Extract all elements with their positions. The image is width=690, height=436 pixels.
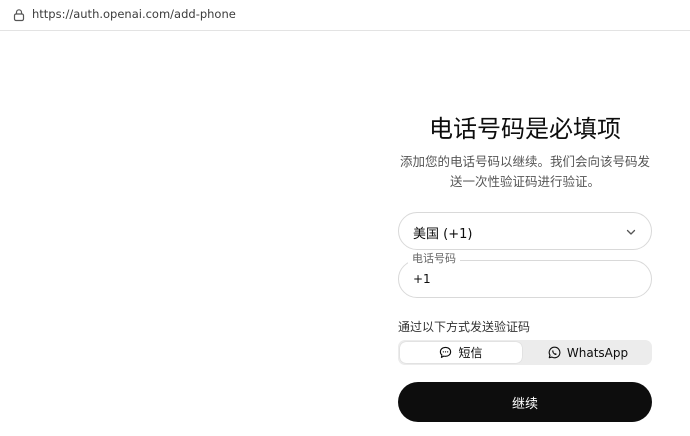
phone-number-value[interactable]: +1 — [413, 272, 431, 286]
address-bar-url[interactable]: https://auth.openai.com/add-phone — [32, 7, 236, 21]
sms-option-label: 短信 — [458, 346, 483, 360]
send-method-label: 通过以下方式发送验证码 — [398, 320, 531, 334]
whatsapp-option[interactable]: WhatsApp — [526, 342, 650, 363]
country-select[interactable]: 美国 (+1) — [398, 212, 652, 250]
lock-icon — [13, 9, 25, 22]
page-subtitle: 添加您的电话号码以继续。我们会向该号码发送一次性验证码进行验证。 — [399, 154, 650, 189]
whatsapp-option-label: WhatsApp — [566, 345, 629, 360]
country-select-value: 美国 (+1) — [413, 227, 473, 242]
message-icon — [440, 346, 452, 358]
page-title: 电话号码是必填项 — [429, 115, 621, 143]
phone-number-label: 电话号码 — [408, 252, 460, 266]
sms-option[interactable]: 短信 — [400, 342, 522, 363]
address-bar[interactable]: https://auth.openai.com/add-phone — [0, 0, 690, 31]
continue-button[interactable]: 继续 — [398, 382, 652, 422]
chevron-down-icon — [626, 229, 636, 235]
whatsapp-icon — [548, 346, 561, 359]
send-method-toggle: 短信 WhatsApp — [398, 340, 652, 365]
